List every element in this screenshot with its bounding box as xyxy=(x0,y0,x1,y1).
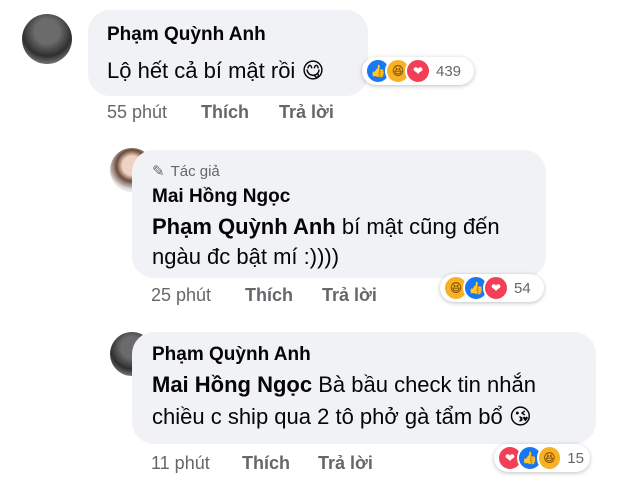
comment-time[interactable]: 11 phút xyxy=(151,453,210,474)
emoji-icon: 😘 xyxy=(508,404,532,429)
comment-author[interactable]: Phạm Quỳnh Anh xyxy=(107,24,266,46)
reply-button[interactable]: Trả lời xyxy=(279,102,334,123)
reaction-count: 54 xyxy=(514,279,531,297)
comment-text-body: chiều c ship qua 2 tô phở gà tẩm bổ xyxy=(152,404,503,429)
reaction-summary[interactable]: 👍 😆 ❤ 439 xyxy=(362,57,474,85)
like-button[interactable]: Thích xyxy=(245,285,293,306)
emoji-icon: 😋 xyxy=(301,58,325,83)
comment-text: Lộ hết cả bí mật rồi 😋 xyxy=(107,54,324,88)
love-icon: ❤ xyxy=(483,275,509,301)
reaction-count: 439 xyxy=(436,62,462,80)
comment-text-body: Bà bầu check tin nhắn xyxy=(318,372,536,397)
comment-text: Phạm Quỳnh Anh bí mật cũng đến xyxy=(152,210,500,244)
haha-icon: 😆 xyxy=(536,445,563,471)
love-icon: ❤ xyxy=(405,58,431,84)
like-button[interactable]: Thích xyxy=(201,102,249,123)
comment-text-body: Lộ hết cả bí mật rồi xyxy=(107,58,296,83)
comment-author[interactable]: Mai Hồng Ngọc xyxy=(152,186,290,208)
avatar[interactable] xyxy=(22,14,72,64)
comment-text-line: chiều c ship qua 2 tô phở gà tẩm bổ 😘 xyxy=(152,400,532,434)
comment-text-line: ngàu đc bật mí :)))) xyxy=(152,244,340,269)
author-badge: ✎ Tác giả xyxy=(152,162,220,181)
mention-link[interactable]: Phạm Quỳnh Anh xyxy=(152,214,336,239)
reply-button[interactable]: Trả lời xyxy=(318,453,373,474)
reply-button[interactable]: Trả lời xyxy=(322,285,377,306)
pencil-icon: ✎ xyxy=(152,163,165,180)
comment-text-body: bí mật cũng đến xyxy=(341,214,500,239)
reaction-summary[interactable]: ❤ 👍 😆 15 xyxy=(494,444,590,472)
reaction-summary[interactable]: 😆 👍 ❤ 54 xyxy=(440,274,544,302)
comment-time[interactable]: 25 phút xyxy=(151,285,211,306)
author-badge-label: Tác giả xyxy=(170,162,220,180)
mention-link[interactable]: Mai Hồng Ngọc xyxy=(152,372,312,397)
like-button[interactable]: Thích xyxy=(242,453,290,474)
reaction-count: 15 xyxy=(567,449,584,467)
comment-author[interactable]: Phạm Quỳnh Anh xyxy=(152,344,311,366)
comment-time[interactable]: 55 phút xyxy=(107,102,167,123)
comment-text: Mai Hồng Ngọc Bà bầu check tin nhắn xyxy=(152,368,536,402)
